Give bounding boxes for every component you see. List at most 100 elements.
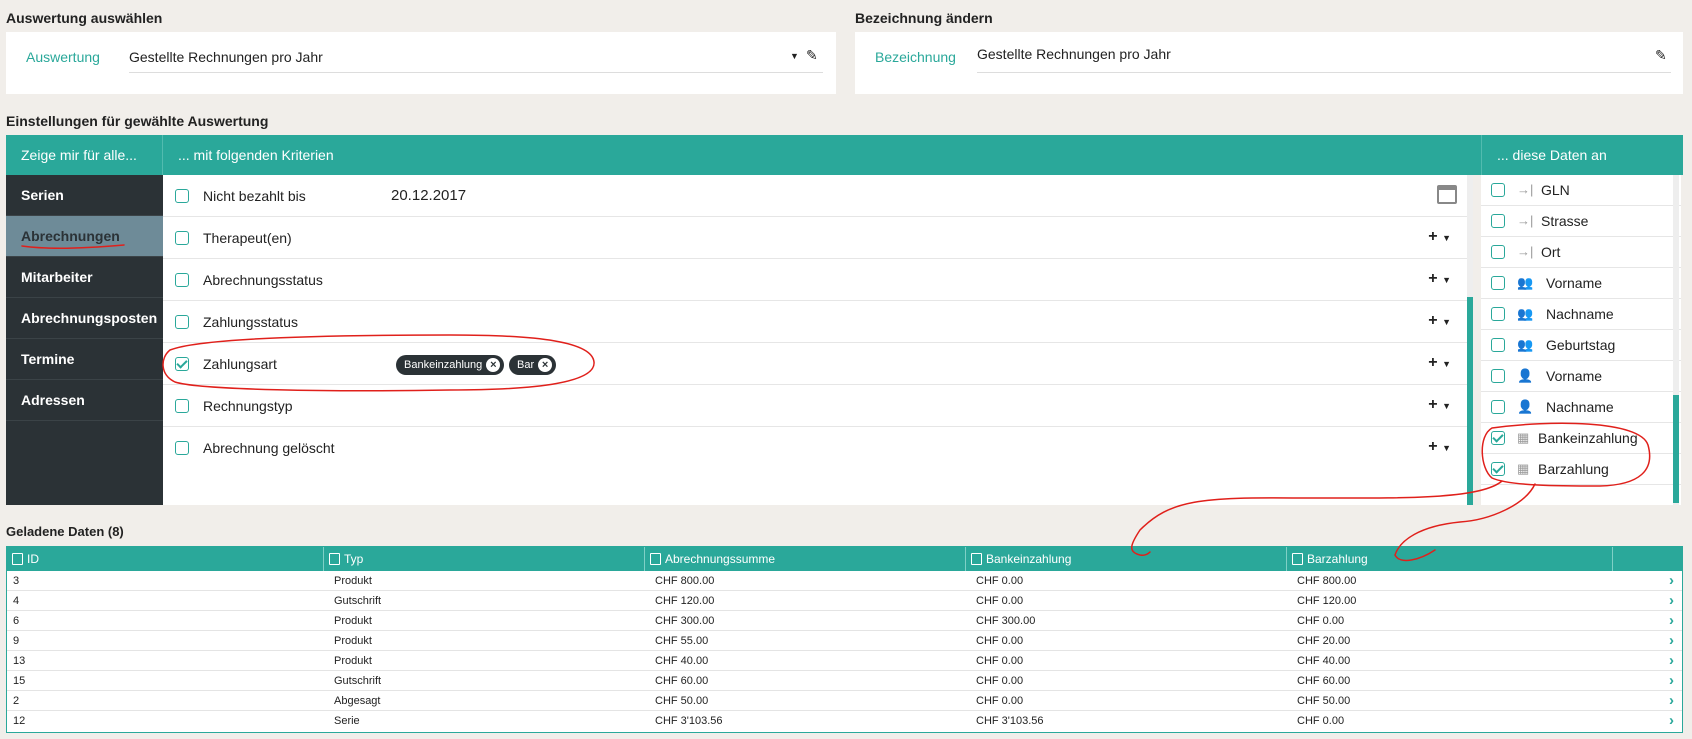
table-row[interactable]: 4 Gutschrift CHF 120.00 CHF 0.00 CHF 120.00 › [7,591,1682,611]
criterion-row: Zahlungsart Bankeinzahlung × Bar × + ▼ [163,343,1473,385]
chevron-right-icon[interactable]: › [1669,712,1674,729]
criterion-label: Abrechnungsstatus [203,272,323,288]
cell-id: 15 [13,675,26,687]
chevron-down-icon[interactable]: ▼ [790,51,799,61]
criterion-checkbox[interactable] [175,399,189,413]
cell-bank: CHF 0.00 [976,635,1024,647]
field-checkbox[interactable] [1491,462,1505,476]
cell-sum: CHF 120.00 [655,595,715,607]
field-checkbox[interactable] [1491,307,1505,321]
chevron-right-icon[interactable]: › [1669,592,1674,609]
remove-chip-icon[interactable]: × [486,358,501,372]
data-field-row: ▦ Bankeinzahlung [1481,423,1681,454]
chevron-right-icon[interactable]: › [1669,652,1674,669]
criterion-checkbox[interactable] [175,357,189,371]
add-dropdown-icon[interactable]: + ▼ [1428,396,1451,414]
cell-sum: CHF 800.00 [655,575,715,587]
date-value[interactable]: 20.12.2017 [391,187,466,204]
criterion-checkbox[interactable] [175,273,189,287]
cell-id: 12 [13,715,26,727]
header-show-for-all-label: Zeige mir für alle... [21,147,137,163]
edit-pencil-icon[interactable]: ✎ [806,47,818,64]
calculator-icon [329,553,340,565]
field-checkbox[interactable] [1491,245,1505,259]
column-header-abrechnungssumme[interactable]: Abrechnungssumme [645,547,966,571]
add-dropdown-icon[interactable]: + ▼ [1428,228,1451,246]
criteria-scrollbar[interactable] [1467,175,1473,505]
cell-bar: CHF 0.00 [1297,615,1345,627]
nav-item-abrechnungsposten[interactable]: Abrechnungsposten [6,298,163,339]
cell-bar: CHF 0.00 [1297,715,1345,727]
criterion-label: Zahlungsart [203,356,277,372]
settings-title: Einstellungen für gewählte Auswertung [6,113,269,129]
field-label: Nachname [1546,399,1614,415]
cell-id: 13 [13,655,26,667]
table-row[interactable]: 2 Abgesagt CHF 50.00 CHF 0.00 CHF 50.00 › [7,691,1682,711]
criterion-checkbox[interactable] [175,315,189,329]
results-table: ID Typ Abrechnungssumme Bankeinzahlung B… [6,546,1683,733]
chip-bar[interactable]: Bar × [509,355,557,375]
nav-item-termine[interactable]: Termine [6,339,163,380]
criterion-checkbox[interactable] [175,231,189,245]
field-label: GLN [1541,182,1570,198]
cell-bar: CHF 120.00 [1297,595,1357,607]
field-checkbox[interactable] [1491,338,1505,352]
loaded-data-title: Geladene Daten (8) [6,524,124,539]
criterion-row: Nicht bezahlt bis 20.12.2017 [163,175,1473,217]
chevron-right-icon[interactable]: › [1669,632,1674,649]
field-checkbox[interactable] [1491,431,1505,445]
rename-title: Bezeichnung ändern [855,10,993,26]
add-dropdown-icon[interactable]: + ▼ [1428,438,1451,456]
chevron-right-icon[interactable]: › [1669,572,1674,589]
cell-id: 9 [13,635,20,647]
column-header-barzahlung[interactable]: Barzahlung [1287,547,1613,571]
edit-pencil-icon[interactable]: ✎ [1655,47,1667,64]
field-checkbox[interactable] [1491,276,1505,290]
chevron-right-icon[interactable]: › [1669,692,1674,709]
field-label: Bankeinzahlung [1538,430,1638,446]
table-row[interactable]: 3 Produkt CHF 800.00 CHF 0.00 CHF 800.00 › [7,571,1682,591]
cell-typ: Produkt [334,615,372,627]
table-row[interactable]: 13 Produkt CHF 40.00 CHF 0.00 CHF 40.00 › [7,651,1682,671]
remove-chip-icon[interactable]: × [538,358,553,372]
field-checkbox[interactable] [1491,369,1505,383]
fields-scrollbar-thumb[interactable] [1673,395,1679,503]
chip-bankeinzahlung[interactable]: Bankeinzahlung × [396,355,505,375]
nav-item-mitarbeiter[interactable]: Mitarbeiter [6,257,163,298]
cell-sum: CHF 55.00 [655,635,709,647]
table-row[interactable]: 6 Produkt CHF 300.00 CHF 300.00 CHF 0.00 › [7,611,1682,631]
column-header-id[interactable]: ID [7,547,324,571]
cell-sum: CHF 300.00 [655,615,715,627]
data-field-row: 👤 Vorname [1481,361,1681,392]
add-dropdown-icon[interactable]: + ▼ [1428,354,1451,372]
calendar-icon[interactable] [1437,185,1457,204]
field-checkbox[interactable] [1491,183,1505,197]
table-row[interactable]: 9 Produkt CHF 55.00 CHF 0.00 CHF 20.00 › [7,631,1682,651]
field-checkbox[interactable] [1491,214,1505,228]
chip-label: Bankeinzahlung [404,359,483,371]
evaluation-select[interactable]: Gestellte Rechnungen pro Jahr [129,49,799,65]
cell-bar: CHF 20.00 [1297,635,1351,647]
nav-item-adressen[interactable]: Adressen [6,380,163,421]
table-row[interactable]: 12 Serie CHF 3'103.56 CHF 3'103.56 CHF 0.00 › [7,711,1682,731]
chevron-right-icon[interactable]: › [1669,672,1674,689]
fields-scrollbar[interactable] [1673,175,1679,505]
chevron-right-icon[interactable]: › [1669,612,1674,629]
table-row[interactable]: 15 Gutschrift CHF 60.00 CHF 0.00 CHF 60.00 › [7,671,1682,691]
criteria-list: Nicht bezahlt bis 20.12.2017 Therapeut(e… [163,175,1473,505]
criterion-checkbox[interactable] [175,441,189,455]
add-dropdown-icon[interactable]: + ▼ [1428,270,1451,288]
cell-bank: CHF 0.00 [976,675,1024,687]
add-dropdown-icon[interactable]: + ▼ [1428,312,1451,330]
nav-item-abrechnungen[interactable]: Abrechnungen [6,216,163,257]
field-checkbox[interactable] [1491,400,1505,414]
select-evaluation-card: Auswertung Gestellte Rechnungen pro Jahr… [6,32,836,94]
name-input[interactable] [977,46,1627,62]
column-header-bankeinzahlung[interactable]: Bankeinzahlung [966,547,1287,571]
criterion-checkbox[interactable] [175,189,189,203]
data-field-row: 👥 Nachname [1481,299,1681,330]
criteria-scrollbar-thumb[interactable] [1467,297,1473,505]
nav-item-serien[interactable]: Serien [6,175,163,216]
cell-sum: CHF 40.00 [655,655,709,667]
column-header-typ[interactable]: Typ [324,547,645,571]
